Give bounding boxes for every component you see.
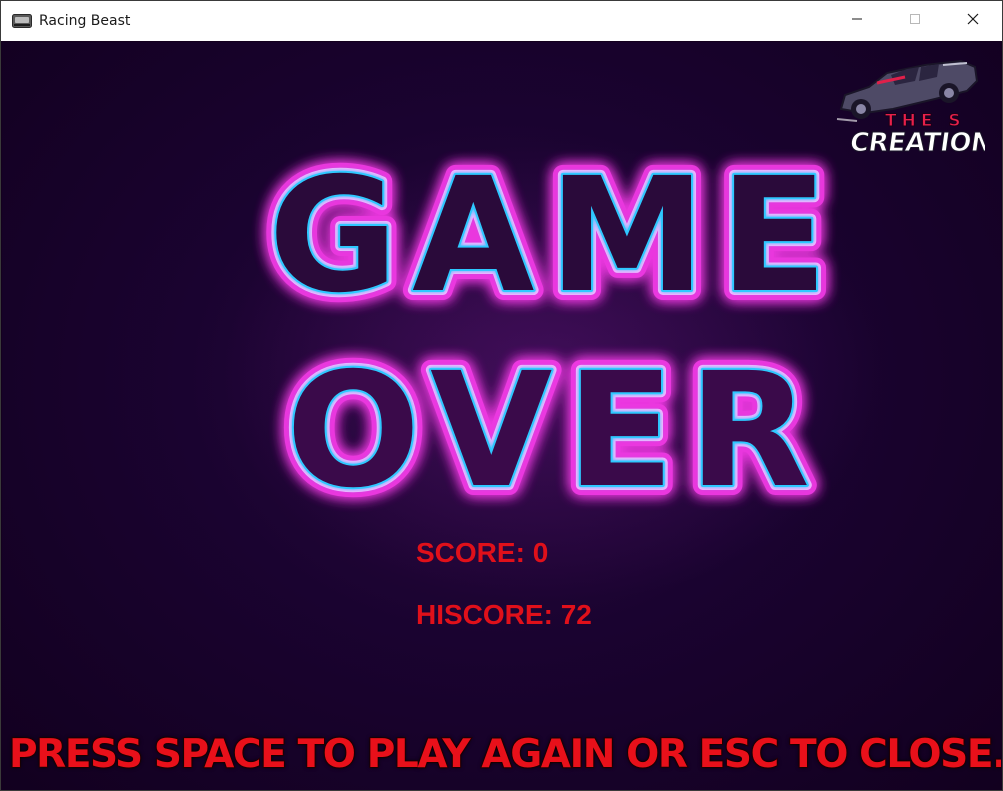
window-title: Racing Beast xyxy=(39,13,131,29)
over-word-fill: OVER xyxy=(286,339,824,523)
minimize-icon xyxy=(851,12,863,30)
window-controls xyxy=(828,1,1002,41)
game-canvas[interactable]: GAME GAME GAME GAME OVER OVER OVER OVER xyxy=(2,42,1001,790)
game-window: Racing Beast GAME GAME GAME GAME OVER OV… xyxy=(0,0,1003,791)
title-bar[interactable]: Racing Beast xyxy=(1,1,1002,41)
maximize-button[interactable] xyxy=(886,1,944,41)
hiscore-label: HISCORE: xyxy=(416,599,553,630)
app-icon xyxy=(12,13,32,29)
hiscore-readout: HISCORE: 72 xyxy=(416,599,592,631)
logo-line2: CREATION xyxy=(848,128,985,158)
score-readout: SCORE: 0 xyxy=(416,537,548,569)
restart-prompt: PRESS SPACE TO PLAY AGAIN OR ESC TO CLOS… xyxy=(8,731,1001,778)
score-value: 0 xyxy=(532,537,549,568)
maximize-icon xyxy=(909,12,921,30)
close-button[interactable] xyxy=(944,1,1002,41)
hiscore-value: 72 xyxy=(560,599,592,630)
close-icon xyxy=(967,12,979,30)
score-label: SCORE: xyxy=(416,537,525,568)
minimize-button[interactable] xyxy=(828,1,886,41)
the-s-creation-logo: THE S CREATION xyxy=(835,43,995,168)
game-word-fill: GAME xyxy=(268,144,841,328)
